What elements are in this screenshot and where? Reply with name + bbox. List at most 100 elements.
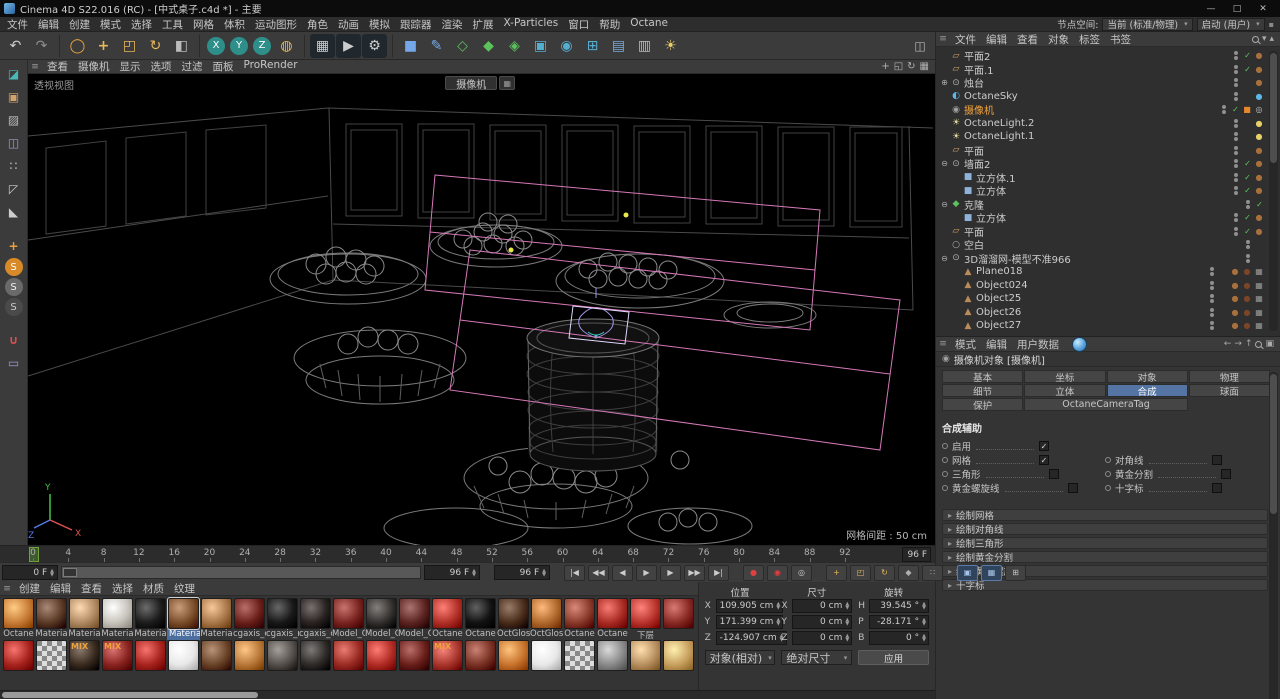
enabled-check-icon[interactable]: ✓ xyxy=(1243,186,1252,195)
lock-z-icon[interactable]: Z xyxy=(253,36,271,55)
enabled-check-icon[interactable]: ✓ xyxy=(1243,173,1252,182)
material-scrollbar-thumb[interactable] xyxy=(2,692,258,698)
apply-button[interactable]: 应用 xyxy=(858,650,929,665)
lock-x-icon[interactable]: X xyxy=(207,36,225,55)
material-thumbnail[interactable] xyxy=(135,640,166,671)
uv-tag-icon[interactable]: ▦ xyxy=(1254,281,1264,290)
object-row-11[interactable]: ⊖ ◆ 克隆 ✓ xyxy=(936,198,1280,212)
mat-tag-icon[interactable]: ● xyxy=(1254,78,1264,87)
coord-field-位置-X[interactable]: 109.905 cm ▲ ▼ xyxy=(715,599,784,613)
expander-icon[interactable]: ⊖ xyxy=(939,200,950,209)
object-row-7[interactable]: ▱ 平面 ● xyxy=(936,144,1280,158)
material-thumbnail[interactable] xyxy=(36,598,67,629)
viewport-menu-4[interactable]: 过滤 xyxy=(177,59,208,74)
material-thumbnail[interactable] xyxy=(531,640,562,671)
field-force-icon[interactable]: ⊞ xyxy=(580,34,605,58)
uv-tag-icon[interactable]: ▦ xyxy=(1254,267,1264,276)
material-thumbnail[interactable] xyxy=(102,598,133,629)
material-thumbnail[interactable] xyxy=(69,598,100,629)
viewport-menu-1[interactable]: 摄像机 xyxy=(73,59,115,74)
camera-grid-icon[interactable]: ▦ xyxy=(499,76,516,90)
workplane-lock-icon[interactable]: ▭ xyxy=(2,352,26,373)
menu-16[interactable]: 窗口 xyxy=(563,17,594,32)
material-menu-2[interactable]: 查看 xyxy=(76,581,107,596)
menu-5[interactable]: 工具 xyxy=(157,17,188,32)
visibility-dots[interactable] xyxy=(1210,307,1214,317)
visibility-dots[interactable] xyxy=(1234,172,1238,182)
material-item-mat-row2-5[interactable] xyxy=(167,640,200,671)
group-bar-0[interactable]: ▸ 绘制网格 xyxy=(942,509,1268,522)
enabled-check-icon[interactable]: ✓ xyxy=(1255,200,1264,209)
keyframe-circle-icon[interactable] xyxy=(942,443,948,449)
volume-builder-icon[interactable]: ▣ xyxy=(528,34,553,58)
stepper-arrows[interactable]: ▲ ▼ xyxy=(922,618,926,627)
material-item-mat-row1-18[interactable]: Octane xyxy=(596,598,629,640)
material-thumbnail[interactable] xyxy=(663,640,694,671)
coord-field-旋转-H[interactable]: 39.545 ° ▲ ▼ xyxy=(869,599,929,613)
visibility-dots[interactable] xyxy=(1234,226,1238,236)
lock-icon[interactable]: ▣ xyxy=(1265,339,1274,349)
material-menu-0[interactable]: 创建 xyxy=(14,581,45,596)
material-menu-3[interactable]: 选择 xyxy=(107,581,138,596)
object-row-15[interactable]: ⊖ ⊙ 3D溜溜网-模型不准966 xyxy=(936,252,1280,266)
dynamics-icon[interactable]: ◉ xyxy=(554,34,579,58)
filter-icon[interactable]: ▾ xyxy=(1262,34,1267,44)
material-item-mat-row2-13[interactable]: MIX xyxy=(431,640,464,671)
node-space-current-dropdown[interactable]: 当前 (标准/物理) ▾ xyxy=(1102,17,1193,31)
minimal-ui-button[interactable]: ▦ xyxy=(981,564,1002,581)
object-menu-2[interactable]: 查看 xyxy=(1012,32,1043,47)
material-item-mat-row2-3[interactable]: MIX xyxy=(101,640,134,671)
visibility-dots[interactable] xyxy=(1234,145,1238,155)
object-menu-0[interactable]: 文件 xyxy=(950,32,981,47)
lock-y-icon[interactable]: Y xyxy=(230,36,248,55)
menu-0[interactable]: 文件 xyxy=(2,17,33,32)
material-item-mat-row1-2[interactable]: Materia xyxy=(68,598,101,640)
enabled-check-icon[interactable]: ✓ xyxy=(1243,65,1252,74)
mat2-tag-icon[interactable]: ● xyxy=(1242,281,1252,290)
coord-field-旋转-B[interactable]: 0 ° ▲ ▼ xyxy=(869,631,929,645)
material-thumbnail[interactable] xyxy=(630,598,661,629)
model-mode-icon[interactable]: ▣ xyxy=(2,86,26,107)
uv-tag-icon[interactable]: ▦ xyxy=(1254,294,1264,303)
object-row-9[interactable]: ■ 立方体.1 ✓ ● xyxy=(936,171,1280,185)
panel-menu-icon[interactable]: ≡ xyxy=(28,62,42,72)
keyframe-circle-icon[interactable] xyxy=(1105,471,1111,477)
toggle-view-icon[interactable]: ▦ xyxy=(920,61,929,72)
material-thumbnail[interactable] xyxy=(564,598,595,629)
primitive-cube-icon[interactable]: ■ xyxy=(398,34,423,58)
viewport-solo-hierarchy-icon[interactable]: S xyxy=(4,298,23,316)
mat-tag-icon[interactable]: ● xyxy=(1230,308,1240,317)
material-item-mat-row1-10[interactable]: Model_C xyxy=(332,598,365,640)
stage-icon[interactable]: ▥ xyxy=(632,34,657,58)
material-item-mat-row1-20[interactable] xyxy=(662,598,695,640)
material-item-mat-row2-16[interactable] xyxy=(530,640,563,671)
redo-icon[interactable]: ↷ xyxy=(29,34,54,58)
stepper-arrows[interactable]: ▲ ▼ xyxy=(776,618,780,627)
search-icon[interactable] xyxy=(1251,35,1259,43)
material-thumbnail[interactable] xyxy=(201,598,232,629)
enabled-check-icon[interactable]: ✓ xyxy=(1243,213,1252,222)
object-row-0[interactable]: ▱ 平面2 ✓ ● xyxy=(936,49,1280,64)
checkbox[interactable] xyxy=(1221,469,1232,479)
material-item-mat-row1-6[interactable]: Materia xyxy=(200,598,233,640)
coord-field-位置-Z[interactable]: -124.907 cm ▲ ▼ xyxy=(715,631,787,645)
material-thumbnail[interactable] xyxy=(498,598,529,629)
material-item-mat-row1-15[interactable]: OctGlos xyxy=(497,598,530,640)
object-menu-1[interactable]: 编辑 xyxy=(981,32,1012,47)
tab-坐标[interactable]: 坐标 xyxy=(1024,370,1106,383)
history-forward-icon[interactable]: → xyxy=(1234,339,1242,349)
floor-icon[interactable]: ▤ xyxy=(606,34,631,58)
object-row-8[interactable]: ⊖ ⊙ 墙面2 ✓ ● xyxy=(936,157,1280,172)
menu-9[interactable]: 角色 xyxy=(302,17,333,32)
material-item-mat-row2-8[interactable] xyxy=(266,640,299,671)
material-thumbnail[interactable] xyxy=(498,640,529,671)
coord-mode-dropdown[interactable]: 绝对尺寸 ▾ xyxy=(781,650,853,665)
tab-合成[interactable]: 合成 xyxy=(1106,384,1188,397)
material-item-mat-row1-3[interactable]: Materia xyxy=(101,598,134,640)
tab-立体[interactable]: 立体 xyxy=(1024,384,1106,397)
viewport-canvas[interactable]: 透视视图 摄像机 ▦ Y X Z 网格间距: 50 cm xyxy=(28,74,935,545)
tab-细节[interactable]: 细节 xyxy=(942,384,1024,397)
goto-end-button[interactable]: ▶| xyxy=(708,564,729,581)
checkbox[interactable]: ✓ xyxy=(1039,455,1050,465)
material-item-mat-row1-14[interactable]: Octane xyxy=(464,598,497,640)
